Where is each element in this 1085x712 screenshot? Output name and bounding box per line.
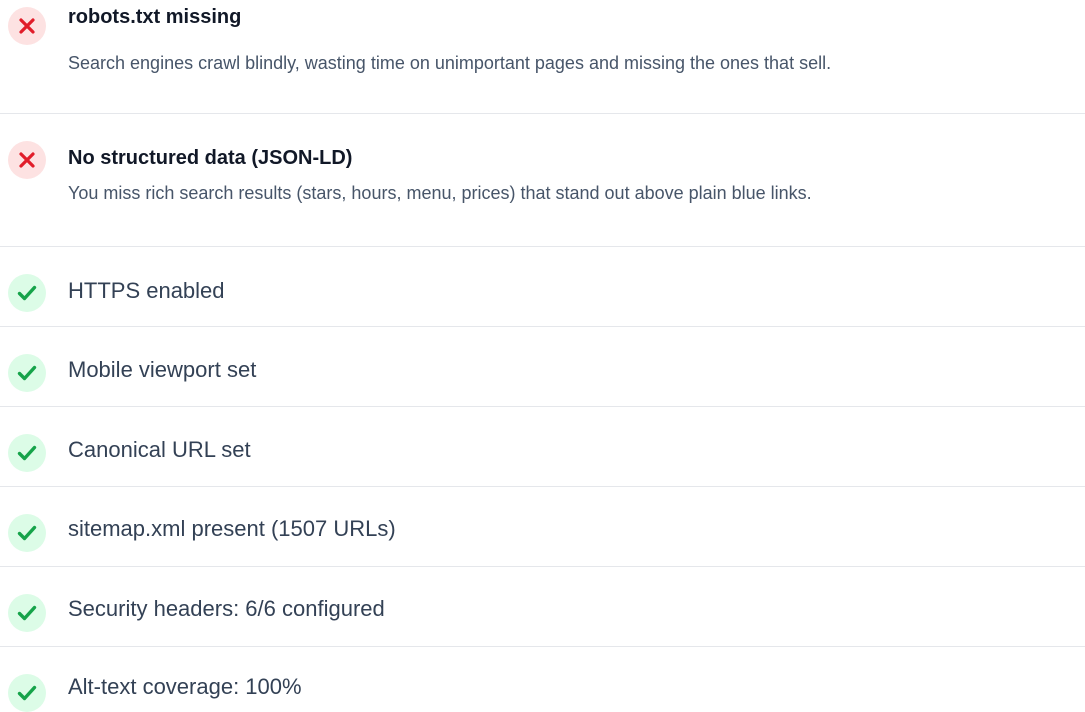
- check-icon: [8, 594, 46, 632]
- x-icon: [8, 7, 46, 45]
- audit-item-label: Alt-text coverage: 100%: [68, 674, 302, 699]
- check-icon: [8, 514, 46, 552]
- audit-item-pass: Security headers: 6/6 configured: [0, 567, 1085, 647]
- audit-item-label: Mobile viewport set: [68, 357, 257, 382]
- audit-item-fail: No structured data (JSON-LD) You miss ri…: [0, 114, 1085, 247]
- check-icon: [8, 674, 46, 712]
- audit-item-pass: HTTPS enabled: [0, 247, 1085, 327]
- audit-item-label: HTTPS enabled: [68, 278, 225, 303]
- audit-item-description: You miss rich search results (stars, hou…: [68, 183, 812, 203]
- audit-item-pass: sitemap.xml present (1507 URLs): [0, 487, 1085, 567]
- audit-item-label: Security headers: 6/6 configured: [68, 596, 385, 621]
- check-icon: [8, 274, 46, 312]
- audit-item-pass: Alt-text coverage: 100%: [0, 647, 1085, 712]
- x-icon: [8, 141, 46, 179]
- audit-item-title: No structured data (JSON-LD): [68, 147, 353, 169]
- audit-item-description: Search engines crawl blindly, wasting ti…: [68, 53, 832, 73]
- audit-item-label: Canonical URL set: [68, 437, 251, 462]
- check-icon: [8, 354, 46, 392]
- audit-item-fail: robots.txt missing Search engines crawl …: [0, 0, 1085, 114]
- check-icon: [8, 434, 46, 472]
- audit-item-pass: Canonical URL set: [0, 407, 1085, 487]
- audit-item-title: robots.txt missing: [68, 6, 242, 28]
- audit-item-label: sitemap.xml present (1507 URLs): [68, 516, 396, 541]
- audit-item-pass: Mobile viewport set: [0, 327, 1085, 407]
